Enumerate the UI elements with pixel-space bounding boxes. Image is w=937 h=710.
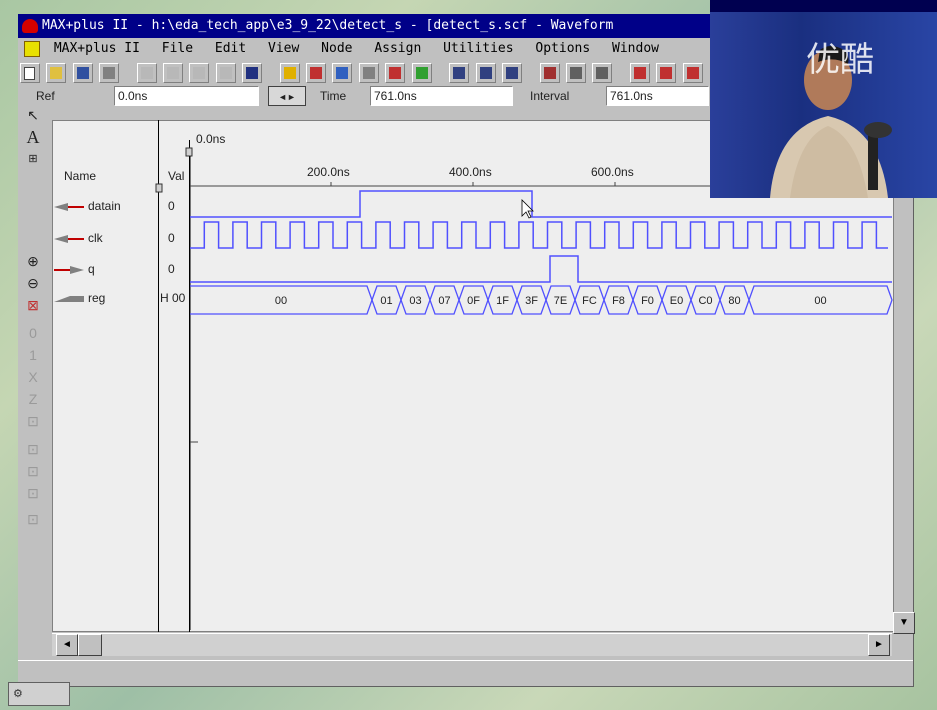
select-pointer-icon[interactable]: ↖ bbox=[24, 106, 42, 124]
video-watermark: 优酷 bbox=[806, 40, 874, 80]
ref-step-buttons[interactable]: ◄► bbox=[268, 86, 306, 106]
assign-icon bbox=[633, 67, 646, 79]
help-button[interactable] bbox=[242, 63, 263, 83]
menu-window[interactable]: Window bbox=[612, 38, 659, 60]
assign-icon bbox=[660, 67, 673, 79]
invert-icon[interactable]: ⊡ bbox=[24, 412, 42, 430]
menu-utilities[interactable]: Utilities bbox=[443, 38, 513, 60]
low-value-icon[interactable]: 0 bbox=[24, 324, 42, 342]
chip-button[interactable] bbox=[565, 63, 586, 83]
menu-assign[interactable]: Assign bbox=[374, 38, 421, 60]
menu-node[interactable]: Node bbox=[321, 38, 352, 60]
include-button[interactable] bbox=[358, 63, 379, 83]
overwrite-clock-icon[interactable]: ⊡ bbox=[24, 440, 42, 458]
time-field[interactable]: 761.0ns bbox=[370, 86, 513, 106]
overwrite-count-icon[interactable]: ⊡ bbox=[24, 462, 42, 480]
ref-label: Ref bbox=[36, 89, 55, 103]
device-button[interactable] bbox=[592, 63, 613, 83]
pin-icon bbox=[415, 67, 428, 79]
window-title: MAX+plus II - h:\eda_tech_app\e3_9_22\de… bbox=[42, 18, 614, 33]
symbol-button[interactable] bbox=[332, 63, 353, 83]
time-label: Time bbox=[320, 89, 347, 103]
floorplan-button[interactable] bbox=[306, 63, 327, 83]
assign-b-button[interactable] bbox=[656, 63, 677, 83]
snap-grid-icon[interactable]: ⊡ bbox=[24, 510, 42, 528]
scroll-down-icon[interactable]: ▼ bbox=[893, 612, 915, 634]
interval-label: Interval bbox=[530, 89, 570, 103]
status-bar bbox=[18, 660, 913, 683]
text-tool-icon[interactable]: A bbox=[24, 128, 42, 146]
scroll-right-icon[interactable]: ► bbox=[868, 634, 890, 656]
scroll-thumb[interactable] bbox=[78, 634, 102, 656]
node-tool-icon[interactable]: ⊞ bbox=[24, 150, 42, 168]
hierarchy-icon bbox=[283, 67, 296, 79]
interval-field[interactable]: 761.0ns bbox=[606, 86, 709, 106]
hierarchy-button[interactable] bbox=[279, 63, 300, 83]
compiler-icon bbox=[453, 67, 466, 79]
lecturer-video-overlay: 优酷 bbox=[710, 0, 937, 198]
menu-options[interactable]: Options bbox=[535, 38, 590, 60]
undo-button[interactable] bbox=[215, 63, 236, 83]
paste-icon bbox=[193, 67, 206, 79]
undo-icon bbox=[219, 67, 232, 79]
assign-icon bbox=[686, 67, 699, 79]
compiler-button[interactable] bbox=[449, 63, 470, 83]
pin-button[interactable] bbox=[411, 63, 432, 83]
zoom-out-icon[interactable]: ⊖ bbox=[24, 274, 42, 292]
cut-icon bbox=[140, 67, 153, 79]
fit-window-icon[interactable]: ⊠ bbox=[24, 296, 42, 314]
analyzer-icon bbox=[505, 67, 518, 79]
programmer-button[interactable] bbox=[539, 63, 560, 83]
timing-button[interactable] bbox=[385, 63, 406, 83]
horizontal-scrollbar[interactable]: ◄ ► bbox=[52, 633, 892, 656]
floorplan-icon bbox=[310, 67, 323, 79]
simulator-button[interactable] bbox=[475, 63, 496, 83]
value-column-divider[interactable] bbox=[189, 140, 190, 632]
zoom-in-icon[interactable]: ⊕ bbox=[24, 252, 42, 270]
analyzer-button[interactable] bbox=[501, 63, 522, 83]
group-value-icon[interactable]: ⊡ bbox=[24, 484, 42, 502]
device-icon bbox=[596, 67, 609, 79]
scroll-left-icon[interactable]: ◄ bbox=[56, 634, 78, 656]
cut-button[interactable] bbox=[136, 63, 157, 83]
menu-file[interactable]: File bbox=[162, 38, 193, 60]
corner-widget-icon[interactable]: ⚙ bbox=[8, 682, 70, 706]
menu-maxplus[interactable]: MAX+plus II bbox=[54, 38, 140, 60]
high-value-icon[interactable]: 1 bbox=[24, 346, 42, 364]
symbol-icon bbox=[336, 67, 349, 79]
floppy-icon bbox=[76, 67, 89, 79]
simulator-icon bbox=[479, 67, 492, 79]
chip-icon bbox=[569, 67, 582, 79]
maxplus-app-icon[interactable] bbox=[22, 18, 38, 33]
menu-edit[interactable]: Edit bbox=[215, 38, 246, 60]
printer-icon bbox=[103, 67, 116, 79]
save-button[interactable] bbox=[72, 63, 93, 83]
include-icon bbox=[362, 67, 375, 79]
name-column-divider[interactable] bbox=[158, 120, 159, 632]
video-banner bbox=[710, 0, 937, 12]
print-button[interactable] bbox=[99, 63, 120, 83]
new-file-button[interactable] bbox=[20, 63, 40, 83]
programmer-icon bbox=[543, 67, 556, 79]
open-file-button[interactable] bbox=[46, 63, 67, 83]
menu-view[interactable]: View bbox=[268, 38, 299, 60]
new-file-icon bbox=[24, 67, 35, 80]
folder-icon bbox=[50, 67, 63, 79]
copy-button[interactable] bbox=[163, 63, 184, 83]
ref-time-field[interactable]: 0.0ns bbox=[114, 86, 259, 106]
timing-icon bbox=[389, 67, 402, 79]
waveform-tool-palette: ↖ A ⊞ ⊕ ⊖ ⊠ 0 1 X Z ⊡ ⊡ ⊡ ⊡ ⊡ bbox=[20, 106, 46, 646]
undefined-value-icon[interactable]: X bbox=[24, 368, 42, 386]
paste-button[interactable] bbox=[189, 63, 210, 83]
document-menu-icon[interactable] bbox=[24, 40, 40, 57]
assign-a-button[interactable] bbox=[629, 63, 650, 83]
high-impedance-icon[interactable]: Z bbox=[24, 390, 42, 408]
assign-c-button[interactable] bbox=[682, 63, 703, 83]
help-pointer-icon bbox=[246, 67, 259, 79]
copy-icon bbox=[167, 67, 180, 79]
